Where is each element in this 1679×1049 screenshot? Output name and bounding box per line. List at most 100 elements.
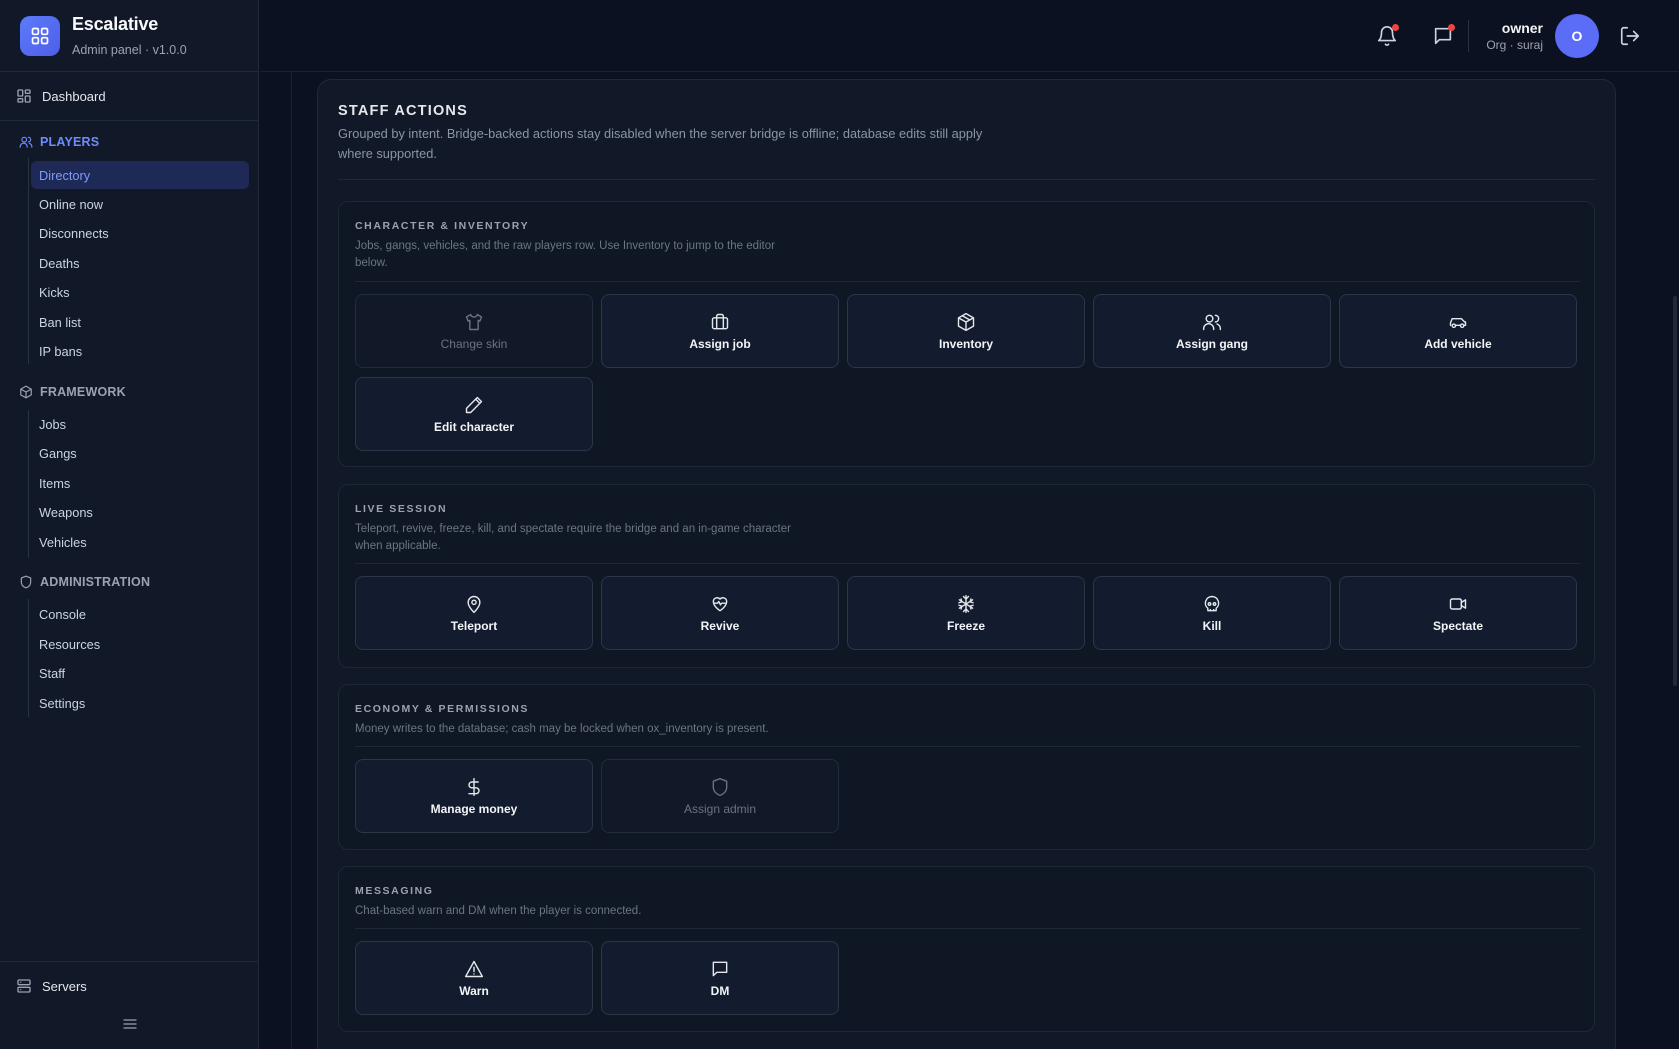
logout-icon[interactable]: [1619, 25, 1641, 47]
shield-icon: [710, 777, 730, 797]
user-info[interactable]: owner Org · suraj: [1486, 20, 1543, 52]
sidebar-item-servers[interactable]: Servers: [16, 976, 87, 996]
app-subtitle: Admin panel · v1.0.0: [72, 43, 187, 57]
sidebar-item-items[interactable]: Items: [31, 469, 249, 497]
car-icon: [1448, 312, 1468, 332]
sidebar-item-label: Settings: [39, 695, 86, 711]
group-divider: [355, 746, 1580, 747]
notification-badge: [1392, 24, 1399, 31]
app-name: Escalative: [72, 14, 159, 34]
sidebar-item-staff[interactable]: Staff: [31, 659, 249, 687]
dollar-icon: [464, 777, 484, 797]
grid-icon[interactable]: [20, 15, 60, 56]
nav-divider: [0, 961, 259, 962]
kill-button[interactable]: Kill: [1093, 576, 1331, 650]
sidebar-item-label: Weapons: [39, 504, 93, 520]
sidebar-item-settings[interactable]: Settings: [31, 689, 249, 717]
sidebar-item-online-now[interactable]: Online now: [31, 190, 249, 218]
sidebar-item-gangs[interactable]: Gangs: [31, 439, 249, 467]
users-icon: [19, 135, 33, 149]
nav-section-framework[interactable]: FRAMEWORK: [19, 385, 126, 399]
sidebar-item-label: IP bans: [39, 343, 83, 359]
users-icon: [1202, 312, 1222, 332]
assign-gang-button[interactable]: Assign gang: [1093, 294, 1331, 368]
group-title: CHARACTER & INVENTORY: [355, 220, 530, 232]
panel-title: STAFF ACTIONS: [338, 103, 468, 119]
group-title: MESSAGING: [355, 885, 434, 897]
manage-money-button[interactable]: Manage money: [355, 759, 593, 833]
sidebar-item-label: Kicks: [39, 284, 70, 300]
skull-icon: [1202, 594, 1222, 614]
sidebar-item-label: Jobs: [39, 416, 67, 432]
sidebar: Escalative Admin panel · v1.0.0 Dashboar…: [0, 0, 259, 1049]
server-icon: [16, 978, 32, 994]
sidebar-item-label: Vehicles: [39, 534, 87, 550]
sidebar-item-ban-list[interactable]: Ban list: [31, 308, 249, 336]
sidebar-item-disconnects[interactable]: Disconnects: [31, 219, 249, 247]
edit-character-button[interactable]: Edit character: [355, 377, 593, 451]
action-label: DM: [710, 983, 730, 998]
spectate-button[interactable]: Spectate: [1339, 576, 1577, 650]
sidebar-item-label: Resources: [39, 636, 101, 652]
topbar: [260, 0, 1679, 72]
sidebar-item-weapons[interactable]: Weapons: [31, 498, 249, 526]
action-label: Manage money: [430, 801, 518, 816]
sidebar-item-console[interactable]: Console: [31, 600, 249, 628]
change-skin-button[interactable]: Change skin: [355, 294, 593, 368]
menu-icon[interactable]: [122, 1016, 138, 1032]
warn-button[interactable]: Warn: [355, 941, 593, 1015]
assign-admin-button[interactable]: Assign admin: [601, 759, 839, 833]
sidebar-item-resources[interactable]: Resources: [31, 630, 249, 658]
sidebar-item-label: Dashboard: [42, 88, 106, 104]
panel-divider: [338, 179, 1595, 180]
briefcase-icon: [710, 312, 730, 332]
nav-divider: [0, 120, 259, 121]
add-vehicle-button[interactable]: Add vehicle: [1339, 294, 1577, 368]
freeze-button[interactable]: Freeze: [847, 576, 1085, 650]
action-label: Kill: [1202, 618, 1222, 633]
action-label: Edit character: [433, 419, 515, 434]
action-label: Freeze: [946, 618, 986, 633]
action-label: Assign job: [689, 336, 751, 351]
teleport-button[interactable]: Teleport: [355, 576, 593, 650]
layout-grid-icon: [16, 88, 32, 104]
sidebar-item-dashboard[interactable]: Dashboard: [16, 86, 106, 106]
panel-description: Grouped by intent. Bridge-backed actions…: [338, 126, 983, 161]
group-divider: [355, 563, 1580, 564]
nav-section-title: PLAYERS: [40, 135, 100, 149]
scrollbar-thumb[interactable]: [1673, 296, 1677, 686]
user-name: owner: [1501, 20, 1543, 36]
sidebar-item-label: Online now: [39, 196, 104, 212]
sidebar-item-label: Items: [39, 475, 71, 491]
inventory-button[interactable]: Inventory: [847, 294, 1085, 368]
group-live-session: LIVE SESSION Teleport, revive, freeze, k…: [338, 484, 1595, 668]
action-label: Spectate: [1432, 618, 1484, 633]
sidebar-item-vehicles[interactable]: Vehicles: [31, 528, 249, 556]
sidebar-item-jobs[interactable]: Jobs: [31, 410, 249, 438]
avatar[interactable]: O: [1555, 14, 1599, 58]
content-rail: [260, 72, 292, 1049]
sidebar-item-kicks[interactable]: Kicks: [31, 278, 249, 306]
sidebar-item-directory[interactable]: Directory: [31, 161, 249, 189]
sidebar-item-label: Ban list: [39, 314, 81, 330]
sidebar-item-deaths[interactable]: Deaths: [31, 249, 249, 277]
group-title: ECONOMY & PERMISSIONS: [355, 703, 530, 715]
dm-button[interactable]: DM: [601, 941, 839, 1015]
revive-button[interactable]: Revive: [601, 576, 839, 650]
package-icon: [956, 312, 976, 332]
heart-pulse-icon: [710, 594, 730, 614]
nav-tree-line: [28, 410, 29, 558]
nav-section-title: FRAMEWORK: [40, 385, 126, 399]
sidebar-item-ip-bans[interactable]: IP bans: [31, 337, 249, 365]
nav-section-administration[interactable]: ADMINISTRATION: [19, 575, 150, 589]
action-label: Change skin: [440, 336, 508, 351]
group-character-inventory: CHARACTER & INVENTORY Jobs, gangs, vehic…: [338, 201, 1595, 467]
topbar-separator: [1468, 20, 1469, 52]
snowflake-icon: [956, 594, 976, 614]
group-description: Chat-based warn and DM when the player i…: [355, 905, 642, 917]
nav-section-players[interactable]: PLAYERS: [19, 135, 99, 149]
action-label: Add vehicle: [1424, 336, 1492, 351]
group-economy-permissions: ECONOMY & PERMISSIONS Money writes to th…: [338, 684, 1595, 850]
assign-job-button[interactable]: Assign job: [601, 294, 839, 368]
sidebar-item-label: Deaths: [39, 255, 80, 271]
